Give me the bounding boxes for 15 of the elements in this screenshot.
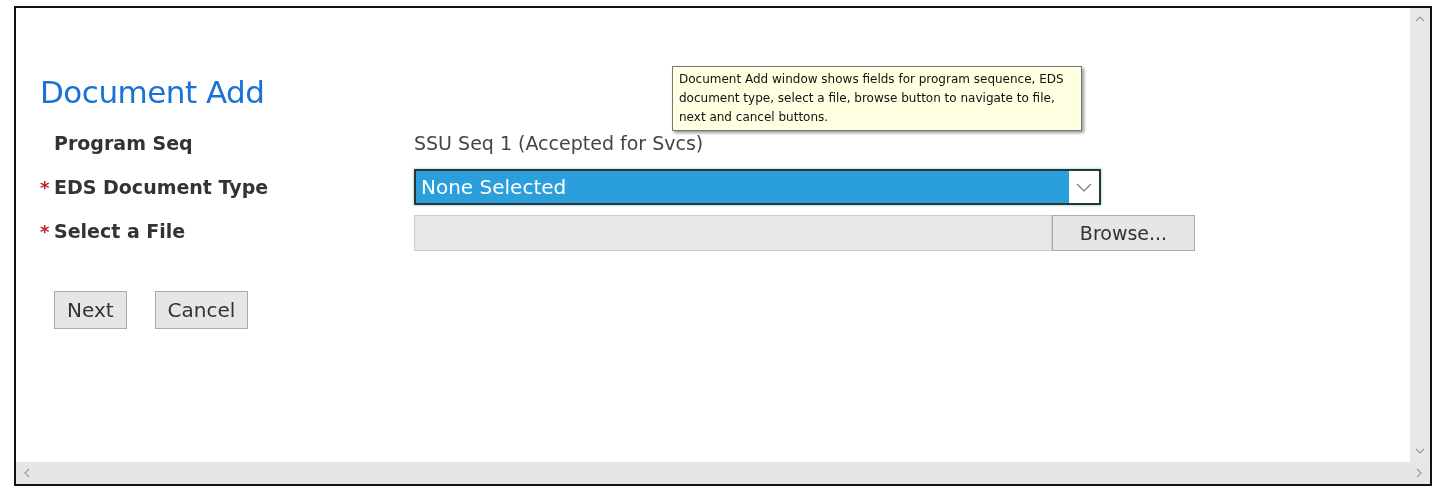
- vertical-scrollbar[interactable]: [1410, 8, 1430, 462]
- browse-button[interactable]: Browse...: [1052, 215, 1195, 251]
- page-title: Document Add: [40, 73, 265, 112]
- chevron-down-icon: [1076, 182, 1092, 192]
- tooltip: Document Add window shows fields for program sequence, EDS document type, select a file, browse button to navigate to file, next and cancel buttons.: [672, 66, 1082, 131]
- field-value: SSU Seq 1 (Accepted for Svcs): [414, 132, 704, 154]
- horizontal-scrollbar[interactable]: [16, 462, 1430, 484]
- field-label: Program Seq: [54, 132, 193, 154]
- required-mark: *: [40, 220, 51, 242]
- field-label: EDS Document Type: [54, 176, 269, 198]
- file-path-field[interactable]: [414, 215, 1052, 251]
- cancel-button[interactable]: Cancel: [154, 291, 249, 329]
- next-button[interactable]: Next: [54, 291, 127, 329]
- field-label: Select a File: [54, 220, 186, 242]
- required-mark: *: [40, 176, 51, 198]
